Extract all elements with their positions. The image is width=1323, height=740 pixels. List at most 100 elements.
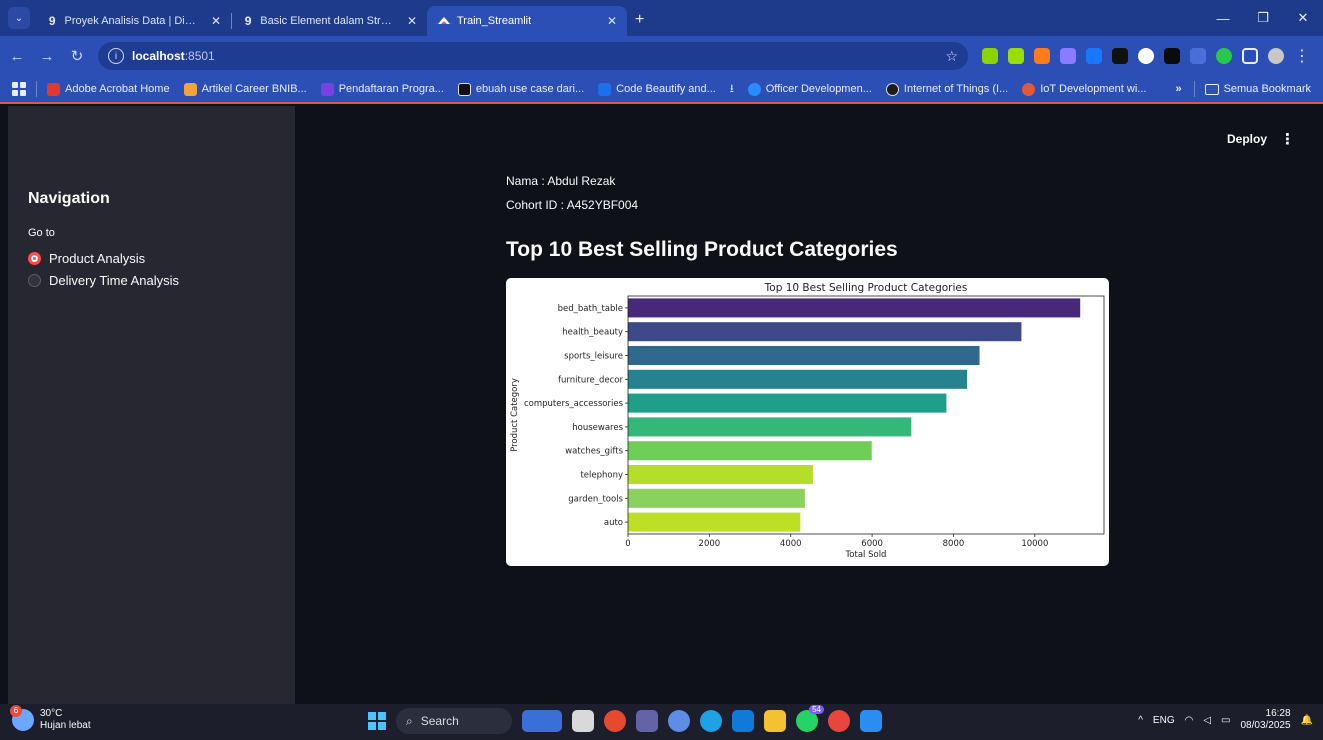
close-window-icon[interactable]: ✕ <box>1283 10 1323 26</box>
tab-proyek-analisis[interactable]: 9 Proyek Analisis Data | Dicoding ✕ <box>36 6 231 36</box>
y-tick-label: computers_accessories <box>524 399 624 409</box>
radio-unselected-icon[interactable] <box>28 274 41 287</box>
notification-bell-icon[interactable]: 🔔 <box>1301 715 1313 726</box>
extension-icon[interactable] <box>1190 48 1206 64</box>
profile-avatar[interactable] <box>1268 48 1284 64</box>
close-icon[interactable]: ✕ <box>407 14 417 28</box>
x-tick-label: 4000 <box>780 539 802 549</box>
task-view-icon[interactable] <box>572 710 594 732</box>
app-icon[interactable] <box>604 710 626 732</box>
weather-desc: Hujan lebat <box>40 720 91 731</box>
close-icon[interactable]: ✕ <box>607 14 617 28</box>
battery-icon[interactable]: ▭ <box>1221 715 1230 726</box>
vscode-icon[interactable] <box>860 710 882 732</box>
adobe-icon <box>47 82 60 96</box>
site-info-icon[interactable]: i <box>108 48 124 64</box>
divider <box>1193 81 1195 97</box>
bookmark-favicon <box>885 82 899 96</box>
windows-taskbar: 6 30°C Hujan lebat ⌕ Search 54 ^ ENG ◠ ◁… <box>0 704 1323 740</box>
bookmarks-bar: Adobe Acrobat Home Artikel Career BNIB..… <box>0 76 1323 104</box>
bar-watches_gifts <box>628 441 872 461</box>
language-indicator[interactable]: ENG <box>1153 715 1175 726</box>
extension-icon[interactable] <box>1086 48 1102 64</box>
radio-option-delivery-time[interactable]: Delivery Time Analysis <box>28 273 179 288</box>
close-icon[interactable]: ✕ <box>211 14 221 28</box>
bar-computers_accessories <box>628 393 947 413</box>
dicoding-icon: 9 <box>48 14 56 28</box>
weather-badge: 6 <box>10 705 22 717</box>
whatsapp-icon[interactable]: 54 <box>796 705 824 732</box>
bookmark-item[interactable]: Officer Developmen... <box>747 82 872 96</box>
tab-basic-element[interactable]: 9 Basic Element dalam Streamlit | ✕ <box>232 6 427 36</box>
bookmark-item[interactable]: Artikel Career BNIB... <box>183 82 307 96</box>
download-icon: ⭳ <box>729 82 734 95</box>
tab-train-streamlit[interactable]: Train_Streamlit ✕ <box>427 6 627 36</box>
extension-icon[interactable] <box>1138 48 1154 64</box>
bookmark-item[interactable]: ⭳ <box>730 80 734 99</box>
clock[interactable]: 16:28 08/03/2025 <box>1240 708 1290 732</box>
tab-search-icon[interactable]: ⌄ <box>8 7 30 29</box>
file-explorer-icon[interactable] <box>764 710 786 732</box>
radio-option-product-analysis[interactable]: Product Analysis <box>28 251 145 266</box>
windows-start-icon[interactable] <box>368 712 386 730</box>
outlook-icon[interactable] <box>732 710 754 732</box>
edge-icon[interactable] <box>700 710 722 732</box>
apps-grid-icon[interactable] <box>12 82 26 96</box>
extension-icon[interactable] <box>1034 48 1050 64</box>
extension-icon[interactable] <box>1216 48 1232 64</box>
extension-icon[interactable] <box>982 48 998 64</box>
bookmark-item[interactable]: Internet of Things (I... <box>885 82 1008 96</box>
deploy-button[interactable]: Deploy <box>1227 132 1267 146</box>
bookmark-item[interactable]: Code Beautify and... <box>598 82 716 96</box>
widgets-icon[interactable] <box>522 710 562 732</box>
url-port: :8501 <box>184 49 215 63</box>
wifi-icon[interactable]: ◠ <box>1185 715 1194 726</box>
chrome-icon[interactable] <box>828 710 850 732</box>
tab-title: Proyek Analisis Data | Dicoding <box>64 15 201 27</box>
all-bookmarks-folder[interactable]: Semua Bookmark <box>1204 83 1311 95</box>
bookmark-star-icon[interactable]: ☆ <box>945 48 958 65</box>
taskbar-search[interactable]: ⌕ Search <box>396 708 512 734</box>
more-bookmarks-button[interactable]: » <box>1175 83 1181 95</box>
address-bar[interactable]: i localhost :8501 ☆ <box>98 42 968 70</box>
chevron-up-icon[interactable]: ^ <box>1138 715 1143 726</box>
new-tab-button[interactable]: + <box>635 11 644 29</box>
forward-icon[interactable]: → <box>34 48 60 65</box>
bar-bed_bath_table <box>628 298 1081 318</box>
extension-icon[interactable] <box>1112 48 1128 64</box>
reload-icon[interactable]: ↻ <box>64 47 90 65</box>
extensions-puzzle-icon[interactable] <box>1242 48 1258 64</box>
minimize-icon[interactable]: — <box>1203 11 1243 26</box>
volume-icon[interactable]: ◁ <box>1203 715 1211 726</box>
weather-widget[interactable]: 6 30°C Hujan lebat <box>10 705 91 732</box>
bar-health_beauty <box>628 322 1022 342</box>
teams-icon[interactable] <box>636 710 658 732</box>
extension-icon[interactable] <box>1008 48 1024 64</box>
tab-title: Basic Element dalam Streamlit | <box>260 15 397 27</box>
copilot-icon[interactable] <box>668 710 690 732</box>
weather-temp: 30°C <box>40 708 63 719</box>
app-menu-icon[interactable]: ⋮ <box>1280 130 1295 148</box>
clock-date: 08/03/2025 <box>1240 720 1291 731</box>
cohort-id: Cohort ID : A452YBF004 <box>506 198 639 212</box>
streamlit-sidebar: Navigation Go to Product Analysis Delive… <box>8 106 295 704</box>
radio-option-label: Delivery Time Analysis <box>49 273 180 288</box>
extension-icon[interactable] <box>1060 48 1076 64</box>
bookmark-item[interactable]: Pendaftaran Progra... <box>320 82 444 96</box>
bar-garden_tools <box>628 488 805 508</box>
y-tick-label: watches_gifts <box>565 447 623 457</box>
folder-icon <box>1204 83 1219 95</box>
bookmark-item[interactable]: Adobe Acrobat Home <box>47 82 170 96</box>
y-tick-label: furniture_decor <box>558 375 623 385</box>
restore-icon[interactable]: ❐ <box>1243 10 1283 26</box>
bookmark-item[interactable]: IoT Development wi... <box>1022 82 1146 96</box>
extension-icon[interactable] <box>1164 48 1180 64</box>
browser-menu-icon[interactable]: ⋮ <box>1294 46 1310 66</box>
y-tick-label: sports_leisure <box>564 352 623 362</box>
bookmark-favicon <box>183 82 197 96</box>
search-icon: ⌕ <box>406 713 413 728</box>
y-tick-label: telephony <box>580 471 623 481</box>
bookmark-item[interactable]: ebuah use case dari... <box>457 82 584 96</box>
radio-selected-icon[interactable] <box>28 252 41 265</box>
back-icon[interactable]: ← <box>4 48 30 65</box>
